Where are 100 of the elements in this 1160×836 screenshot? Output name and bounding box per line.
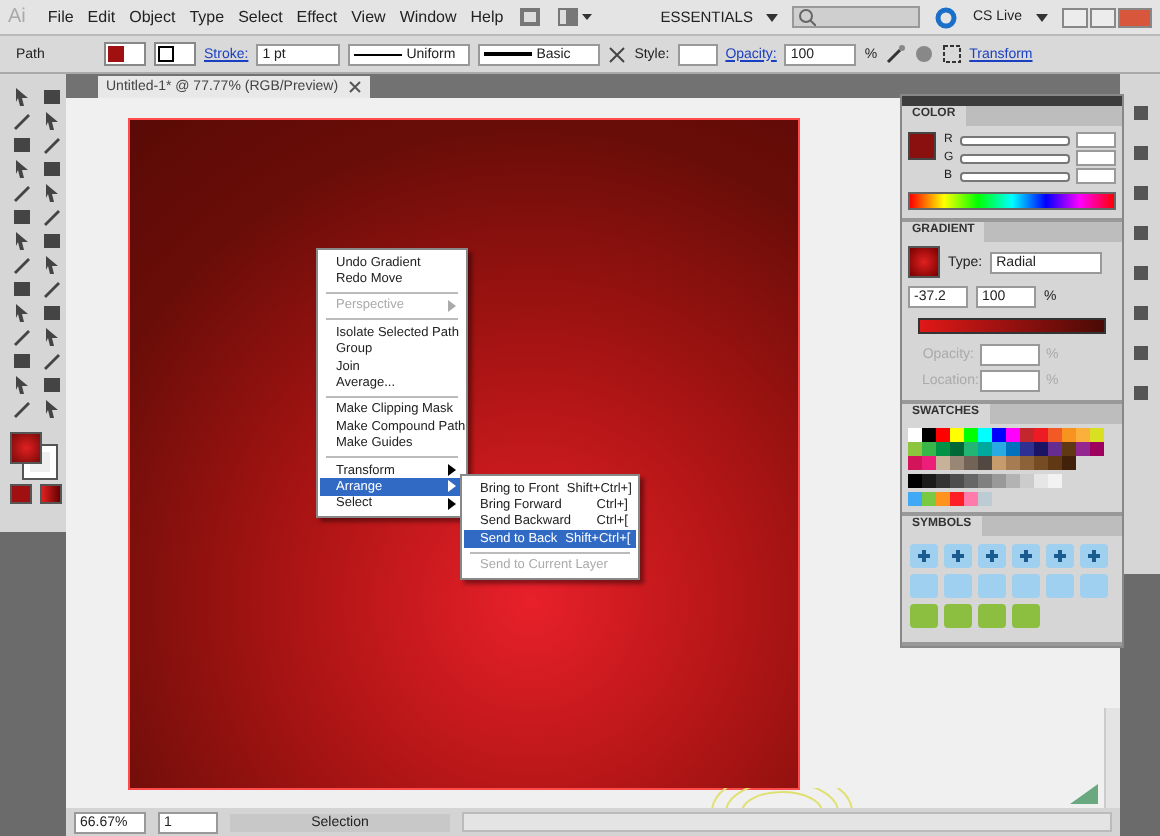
symbol-icon[interactable]: [1044, 542, 1076, 570]
menu-item[interactable]: Help: [470, 8, 504, 26]
symbol-icon[interactable]: [908, 542, 940, 570]
tool-icon[interactable]: [40, 86, 64, 108]
color-swatch[interactable]: [950, 442, 964, 456]
gradient-mode-button[interactable]: [40, 484, 62, 504]
cs-live-icon[interactable]: [934, 5, 959, 29]
color-swatch[interactable]: [992, 474, 1006, 488]
color-swatch[interactable]: [992, 456, 1006, 470]
tool-icon[interactable]: [40, 230, 64, 252]
color-swatch[interactable]: [1006, 474, 1020, 488]
arrange-documents-icon[interactable]: [555, 6, 592, 28]
panel-icon[interactable]: [1129, 182, 1151, 204]
tool-icon[interactable]: [10, 206, 34, 228]
color-swatch[interactable]: [1062, 456, 1076, 470]
menu-item[interactable]: Effect: [296, 8, 338, 26]
style-dropdown[interactable]: [677, 43, 718, 65]
color-swatch[interactable]: [978, 456, 992, 470]
vertical-scrollbar[interactable]: [1104, 708, 1120, 808]
menu-item[interactable]: Edit: [87, 8, 116, 26]
color-swatch[interactable]: [950, 492, 964, 506]
close-button[interactable]: [1118, 7, 1152, 27]
color-swatch[interactable]: [1048, 442, 1062, 456]
channel-value-field[interactable]: [1076, 168, 1116, 184]
gradient-preview[interactable]: [908, 246, 940, 278]
color-swatch[interactable]: [908, 442, 922, 456]
menu-item[interactable]: Window: [399, 8, 457, 26]
tool-icon[interactable]: [40, 374, 64, 396]
tool-icon[interactable]: [40, 350, 64, 372]
tool-icon[interactable]: [40, 206, 64, 228]
expand-icon[interactable]: [608, 45, 627, 63]
tool-icon[interactable]: [10, 182, 34, 204]
slider-track[interactable]: [960, 135, 1070, 145]
color-swatch[interactable]: [992, 428, 1006, 442]
color-swatch[interactable]: [922, 442, 936, 456]
color-swatch[interactable]: [1090, 442, 1104, 456]
tool-icon[interactable]: [40, 302, 64, 324]
gradient-ramp[interactable]: [918, 318, 1106, 334]
color-swatch[interactable]: [964, 474, 978, 488]
color-swatch[interactable]: [908, 428, 922, 442]
color-swatch[interactable]: [1048, 456, 1062, 470]
tool-icon[interactable]: [10, 350, 34, 372]
tool-icon[interactable]: [10, 278, 34, 300]
panel-icon[interactable]: [1129, 222, 1151, 244]
color-swatch[interactable]: [1034, 442, 1048, 456]
slider-track[interactable]: [960, 171, 1070, 181]
caret-icon[interactable]: [766, 13, 779, 21]
tool-icon[interactable]: [40, 278, 64, 300]
tool-icon[interactable]: [40, 158, 64, 180]
close-icon[interactable]: [348, 80, 363, 94]
color-swatch[interactable]: [1006, 456, 1020, 470]
color-swatch[interactable]: [1020, 442, 1034, 456]
color-swatch[interactable]: [978, 474, 992, 488]
color-swatch[interactable]: [1076, 428, 1090, 442]
tool-icon[interactable]: [10, 326, 34, 348]
color-swatch[interactable]: [936, 442, 950, 456]
color-swatch[interactable]: [1034, 428, 1048, 442]
color-swatch[interactable]: [922, 492, 936, 506]
channel-value-field[interactable]: [1076, 150, 1116, 166]
search-field[interactable]: [792, 6, 921, 28]
color-swatch[interactable]: [1062, 442, 1076, 456]
color-swatch[interactable]: [1034, 456, 1048, 470]
channel-value-field[interactable]: [1076, 132, 1116, 148]
color-swatch[interactable]: [1048, 428, 1062, 442]
color-swatch[interactable]: [1020, 428, 1034, 442]
panel-icon[interactable]: [1129, 142, 1151, 164]
tool-icon[interactable]: [10, 254, 34, 276]
color-swatch[interactable]: [922, 474, 936, 488]
color-swatch[interactable]: [978, 492, 992, 506]
color-swatch[interactable]: [1048, 474, 1062, 488]
color-mode-button[interactable]: [10, 484, 32, 504]
color-swatch[interactable]: [1034, 474, 1048, 488]
color-swatch[interactable]: [950, 428, 964, 442]
color-swatch[interactable]: [978, 442, 992, 456]
panel-icon[interactable]: [1129, 302, 1151, 324]
fill-swatch[interactable]: [908, 132, 936, 160]
symbol-icon[interactable]: [976, 542, 1008, 570]
tool-icon[interactable]: [40, 134, 64, 156]
fill-color-dropdown[interactable]: [104, 42, 146, 66]
color-swatch[interactable]: [936, 492, 950, 506]
color-swatch[interactable]: [922, 428, 936, 442]
symbol-icon[interactable]: [942, 542, 974, 570]
color-swatch[interactable]: [1076, 442, 1090, 456]
menu-item[interactable]: Select: [238, 8, 283, 26]
color-swatch[interactable]: [950, 474, 964, 488]
color-swatch[interactable]: [950, 456, 964, 470]
color-swatch[interactable]: [908, 456, 922, 470]
color-swatch[interactable]: [1020, 474, 1034, 488]
wand-icon[interactable]: [885, 44, 906, 64]
panel-icon[interactable]: [1129, 102, 1151, 124]
color-swatch[interactable]: [1006, 442, 1020, 456]
tool-icon[interactable]: [10, 398, 34, 420]
color-swatch[interactable]: [936, 474, 950, 488]
minimize-button[interactable]: [1062, 7, 1088, 27]
slider-track[interactable]: [960, 153, 1070, 163]
panel-icon[interactable]: [1129, 262, 1151, 284]
color-swatch[interactable]: [1090, 428, 1104, 442]
color-swatch[interactable]: [936, 428, 950, 442]
color-swatch[interactable]: [978, 428, 992, 442]
menu-item[interactable]: Object: [129, 8, 176, 26]
